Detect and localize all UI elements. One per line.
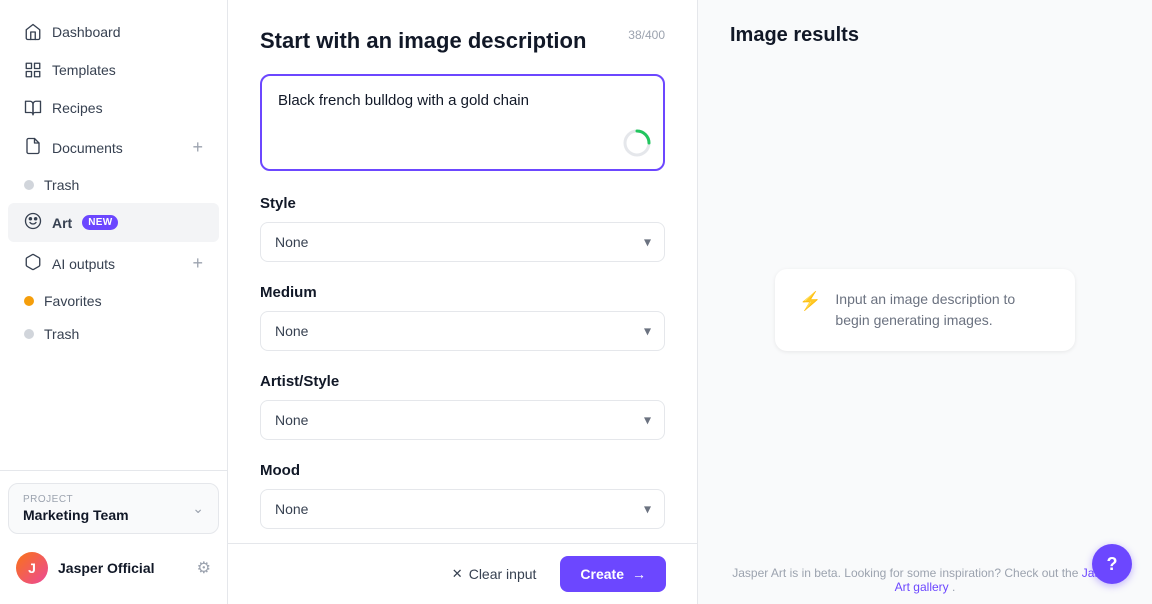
- left-panel: Start with an image description 38/400 B…: [228, 0, 698, 604]
- style-field-group: Style None ▾: [260, 195, 665, 262]
- sidebar-documents-label: Documents: [52, 140, 123, 156]
- help-question-icon: ?: [1107, 554, 1118, 575]
- sidebar-ai-outputs-label: AI outputs: [52, 256, 115, 272]
- sidebar-item-trash2-label: Trash: [44, 326, 79, 342]
- create-btn-label: Create: [580, 566, 624, 582]
- project-name: Marketing Team: [23, 507, 129, 523]
- status-text: Jasper Art is in beta. Looking for some …: [732, 566, 1082, 580]
- mood-select[interactable]: None: [260, 489, 665, 529]
- main-inner: Start with an image description 38/400 B…: [228, 0, 1152, 604]
- placeholder-card: ⚡ Input an image description to begin ge…: [775, 269, 1075, 351]
- status-text-end: .: [952, 580, 955, 594]
- sidebar-item-trash-label: Trash: [44, 177, 79, 193]
- settings-icon[interactable]: ⚙: [197, 558, 211, 578]
- lightning-icon: ⚡: [799, 291, 821, 312]
- artist-style-select[interactable]: None: [260, 400, 665, 440]
- status-bar: Jasper Art is in beta. Looking for some …: [698, 556, 1152, 604]
- image-results-title: Image results: [730, 24, 1120, 47]
- right-panel-body: ⚡ Input an image description to begin ge…: [698, 63, 1152, 556]
- user-left: J Jasper Official: [16, 552, 155, 584]
- user-row: J Jasper Official ⚙: [8, 544, 219, 592]
- sidebar-item-favorites-label: Favorites: [44, 293, 102, 309]
- mood-field-group: Mood None ▾: [260, 462, 665, 529]
- sidebar-item-templates[interactable]: Templates: [8, 52, 219, 88]
- art-new-badge: NEW: [82, 215, 118, 230]
- user-name: Jasper Official: [58, 560, 155, 576]
- sidebar-ai-outputs-section[interactable]: AI outputs +: [8, 244, 219, 283]
- mood-select-wrapper: None ▾: [260, 489, 665, 529]
- sidebar-ai-outputs-left: AI outputs: [24, 253, 115, 274]
- sidebar-item-art-label: Art: [52, 215, 72, 231]
- medium-select-wrapper: None ▾: [260, 311, 665, 351]
- placeholder-message: Input an image description to begin gene…: [835, 289, 1051, 331]
- char-count: 38/400: [628, 28, 665, 42]
- documents-add-button[interactable]: +: [192, 137, 203, 158]
- sidebar-item-dashboard-label: Dashboard: [52, 24, 121, 40]
- artist-style-field-group: Artist/Style None ▾: [260, 373, 665, 440]
- help-button[interactable]: ?: [1092, 544, 1132, 584]
- artist-style-select-wrapper: None ▾: [260, 400, 665, 440]
- sidebar-item-recipes-label: Recipes: [52, 100, 103, 116]
- right-panel: Image results ⚡ Input an image descripti…: [698, 0, 1152, 604]
- main-content: Start with an image description 38/400 B…: [228, 0, 1152, 604]
- right-panel-header: Image results: [698, 0, 1152, 63]
- medium-select[interactable]: None: [260, 311, 665, 351]
- style-label: Style: [260, 195, 665, 212]
- ai-outputs-add-button[interactable]: +: [192, 253, 203, 274]
- artist-style-label: Artist/Style: [260, 373, 665, 390]
- medium-field-group: Medium None ▾: [260, 284, 665, 351]
- trash2-dot-icon: [24, 329, 34, 339]
- trash-dot-icon: [24, 180, 34, 190]
- bottom-action-bar: ✕ Clear input Create →: [228, 543, 698, 604]
- sidebar-item-templates-label: Templates: [52, 62, 116, 78]
- description-input-wrapper: Black french bulldog with a gold chain: [260, 74, 665, 171]
- spinner-icon: [623, 129, 651, 157]
- home-icon: [24, 23, 42, 41]
- sidebar-documents-section[interactable]: Documents +: [8, 128, 219, 167]
- sidebar-bottom: PROJECT Marketing Team ⌄ J Jasper Offici…: [0, 470, 227, 604]
- description-textarea[interactable]: Black french bulldog with a gold chain: [278, 90, 647, 150]
- avatar: J: [16, 552, 48, 584]
- favorites-dot-icon: [24, 296, 34, 306]
- clear-x-icon: ✕: [452, 566, 463, 582]
- ai-outputs-icon: [24, 253, 42, 274]
- project-info: PROJECT Marketing Team: [23, 494, 129, 523]
- create-button[interactable]: Create →: [560, 556, 666, 592]
- panel-title: Start with an image description: [260, 28, 665, 54]
- sidebar-item-recipes[interactable]: Recipes: [8, 90, 219, 126]
- sidebar-item-dashboard[interactable]: Dashboard: [8, 14, 219, 50]
- style-select-wrapper: None ▾: [260, 222, 665, 262]
- project-card[interactable]: PROJECT Marketing Team ⌄: [8, 483, 219, 534]
- grid-icon: [24, 61, 42, 79]
- art-icon: [24, 212, 42, 233]
- style-select[interactable]: None: [260, 222, 665, 262]
- medium-label: Medium: [260, 284, 665, 301]
- sidebar-item-trash2[interactable]: Trash: [8, 318, 219, 350]
- sidebar: Dashboard Templates Recipes: [0, 0, 228, 604]
- sidebar-item-favorites[interactable]: Favorites: [8, 285, 219, 317]
- sidebar-documents-left: Documents: [24, 137, 123, 158]
- sidebar-nav: Dashboard Templates Recipes: [0, 0, 227, 470]
- clear-input-button[interactable]: ✕ Clear input: [440, 558, 549, 590]
- sidebar-item-art[interactable]: Art NEW: [8, 203, 219, 242]
- project-section-label: PROJECT: [23, 494, 129, 505]
- document-icon: [24, 137, 42, 158]
- project-chevron-icon: ⌄: [192, 500, 204, 517]
- sidebar-item-trash[interactable]: Trash: [8, 169, 219, 201]
- clear-btn-label: Clear input: [469, 566, 537, 582]
- mood-label: Mood: [260, 462, 665, 479]
- create-arrow-icon: →: [632, 566, 646, 582]
- book-icon: [24, 99, 42, 117]
